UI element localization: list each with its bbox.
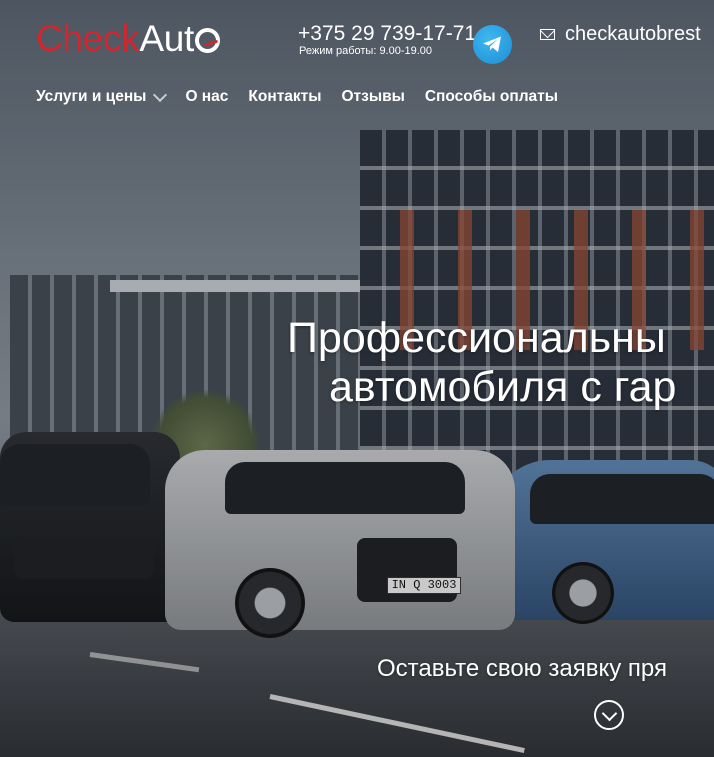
nav-item-about[interactable]: О нас <box>185 88 228 106</box>
scroll-down-icon <box>601 705 618 722</box>
hero-headline: Профессиональны автомобиля с гар <box>287 314 676 412</box>
logo[interactable]: CheckAut <box>36 18 221 60</box>
nav-item-services[interactable]: Услуги и цены <box>36 87 168 106</box>
nav-item-contacts[interactable]: Контакты <box>248 88 321 106</box>
nav-item-reviews[interactable]: Отзывы <box>342 88 405 106</box>
logo-auto: Aut <box>139 18 195 59</box>
hero-headline-line2: автомобиля с гар <box>329 363 677 411</box>
scroll-down-button[interactable] <box>594 700 624 730</box>
email-text: checkautobrest <box>565 23 701 45</box>
mail-icon <box>540 29 555 40</box>
telegram-button[interactable] <box>473 25 512 64</box>
phone-link[interactable]: +375 29 739-17-71 <box>298 22 476 46</box>
hero-subline: Оставьте свою заявку пря <box>377 655 667 682</box>
hero-headline-line1: Профессиональны <box>287 314 666 362</box>
email-link[interactable]: checkautobrest <box>540 23 701 46</box>
main-nav: Услуги и цены О нас Контакты Отзывы Спос… <box>36 87 578 106</box>
nav-item-label: Услуги и цены <box>36 88 147 105</box>
nav-item-label: О нас <box>185 88 229 105</box>
working-hours: Режим работы: 9.00-19.00 <box>299 45 433 57</box>
nav-item-label: Отзывы <box>341 88 405 105</box>
logo-check: Check <box>36 18 140 59</box>
nav-item-label: Способы оплаты <box>424 88 559 105</box>
nav-item-payment[interactable]: Способы оплаты <box>425 88 558 106</box>
logo-speedometer-icon <box>195 28 221 53</box>
nav-item-label: Контакты <box>248 88 322 105</box>
telegram-icon <box>483 36 501 52</box>
chevron-down-icon <box>153 87 168 102</box>
